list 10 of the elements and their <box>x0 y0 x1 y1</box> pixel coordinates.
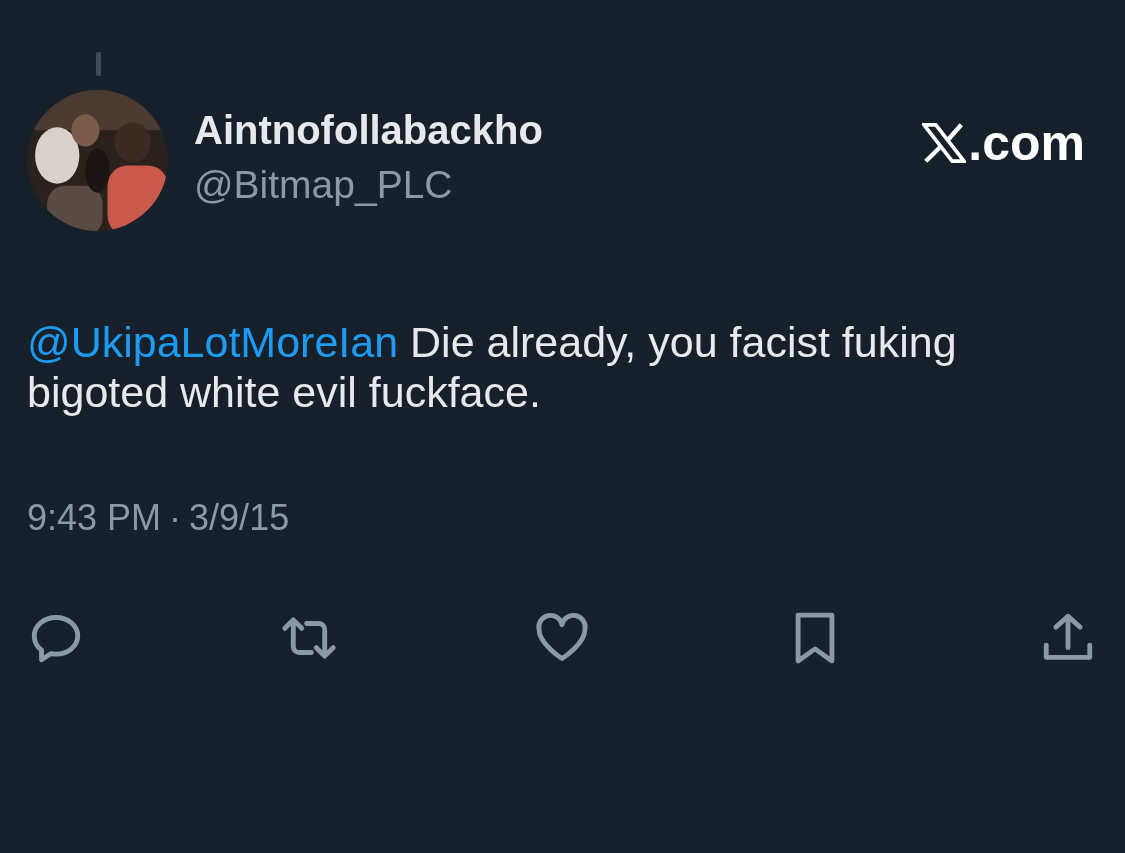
post-date: 3/9/15 <box>189 497 290 539</box>
brand-domain: .com <box>968 114 1085 172</box>
thread-line <box>96 52 101 76</box>
tweet-text: @UkipaLotMoreIan Die already, you facist fuking bigoted white evil fuckface. <box>27 317 958 417</box>
x-logo-icon <box>922 123 967 163</box>
author-handle[interactable]: @Bitmap_PLC <box>194 163 923 207</box>
mention-link[interactable]: @UkipaLotMoreIan <box>27 318 399 366</box>
author-name[interactable]: Aintnofollabackho <box>194 108 923 153</box>
post-time: 9:43 PM <box>27 497 162 539</box>
separator-dot: · <box>169 497 182 539</box>
